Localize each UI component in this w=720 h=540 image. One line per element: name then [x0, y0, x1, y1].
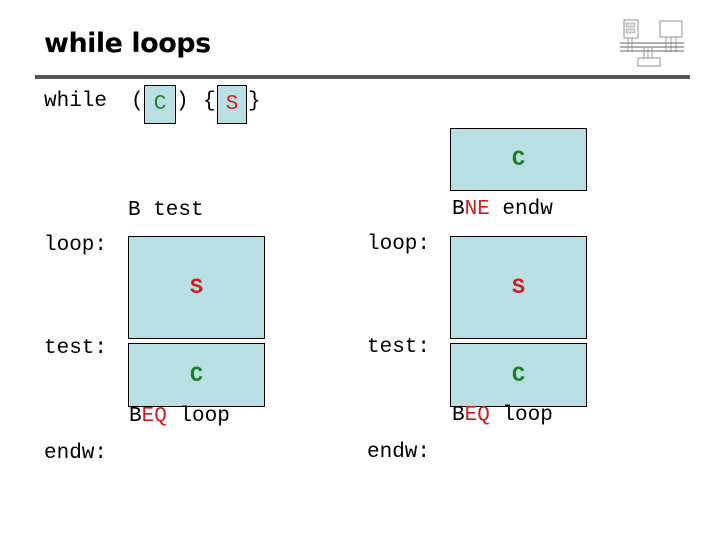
- slide-title: while loops: [44, 28, 211, 59]
- right-condition: C: [511, 362, 526, 388]
- left-test-label: test:: [44, 337, 108, 360]
- left-cond-branch: BEQ loop: [129, 405, 230, 428]
- left-cond-branch-cc: EQ: [141, 405, 167, 428]
- right-loop-label: loop:: [367, 233, 431, 256]
- right-statement-box: S: [450, 236, 587, 339]
- right-cond-branch-prefix: B: [452, 404, 465, 427]
- syntax-open-brace: {: [203, 90, 216, 113]
- left-statement-box: S: [128, 236, 265, 339]
- left-condition-box: C: [128, 343, 265, 407]
- right-branch-cc: NE: [464, 198, 490, 221]
- title-divider: [35, 75, 690, 79]
- right-cond-branch-target: loop: [489, 404, 553, 427]
- syntax-keyword: while: [44, 90, 108, 113]
- syntax-condition: C: [153, 93, 167, 116]
- system-bus-diagram-icon: [620, 19, 684, 67]
- syntax-open-paren: (: [131, 90, 144, 113]
- right-cond-branch-cc: EQ: [464, 404, 490, 427]
- right-condition-box: C: [450, 343, 587, 407]
- syntax-statement-box: S: [217, 85, 247, 124]
- right-branch-prefix: B: [452, 198, 465, 221]
- left-cond-branch-target: loop: [166, 405, 230, 428]
- right-test-label: test:: [367, 336, 431, 359]
- syntax-statement: S: [225, 93, 239, 116]
- left-loop-label: loop:: [44, 234, 108, 257]
- left-condition: C: [189, 362, 204, 388]
- right-branch-target: endw: [489, 198, 553, 221]
- left-end-label: endw:: [44, 442, 108, 465]
- syntax-close-brace: }: [248, 90, 261, 113]
- left-cond-branch-prefix: B: [129, 405, 142, 428]
- right-condition-top: C: [511, 147, 526, 172]
- right-statement: S: [511, 275, 526, 300]
- syntax-close-paren: ): [176, 90, 189, 113]
- right-branch: BNE endw: [452, 198, 553, 221]
- right-cond-branch: BEQ loop: [452, 404, 553, 427]
- right-end-label: endw:: [367, 441, 431, 464]
- right-condition-box-top: C: [450, 128, 587, 191]
- syntax-condition-box: C: [144, 85, 176, 124]
- left-statement: S: [189, 275, 204, 300]
- left-branch-test: B test: [128, 199, 204, 222]
